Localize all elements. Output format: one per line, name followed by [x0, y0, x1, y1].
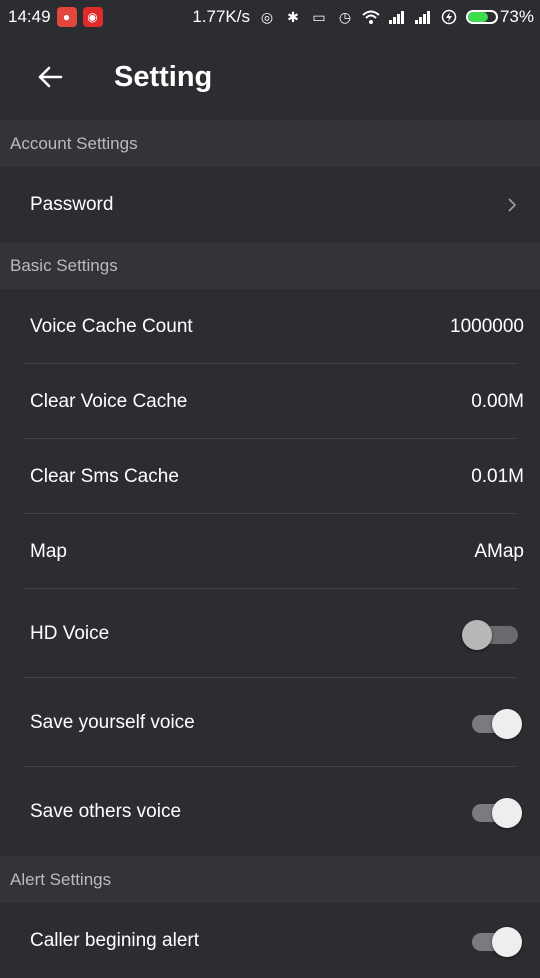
- clear-sms-cache-value: 0.01M: [471, 465, 524, 487]
- save-others-voice-row: Save others voice: [0, 767, 540, 856]
- section-header-basic: Basic Settings: [0, 242, 540, 289]
- map-label: Map: [30, 540, 67, 562]
- vibrate-icon: ▭: [312, 8, 326, 25]
- caller-alert-toggle[interactable]: [470, 925, 522, 957]
- toggle-thumb: [492, 708, 522, 739]
- wifi-icon: [362, 8, 380, 26]
- battery-fill: [467, 12, 489, 22]
- hd-voice-toggle[interactable]: [462, 618, 520, 650]
- caller-alert-label: Caller begining alert: [30, 929, 199, 951]
- charging-icon: [440, 8, 458, 26]
- alarm-icon: ◷: [338, 8, 352, 25]
- voice-cache-count-row[interactable]: Voice Cache Count 1000000: [0, 289, 540, 364]
- status-left: 14:49 ● ◉: [8, 7, 103, 27]
- voice-cache-count-value: 1000000: [450, 315, 524, 337]
- toggle-thumb: [462, 619, 492, 650]
- clear-sms-cache-label: Clear Sms Cache: [30, 465, 179, 487]
- map-value: AMap: [474, 540, 524, 562]
- voice-cache-count-label: Voice Cache Count: [30, 315, 193, 337]
- toggle-thumb: [492, 797, 522, 828]
- bluetooth-icon: ✱: [287, 8, 299, 25]
- password-row[interactable]: Password: [0, 167, 540, 242]
- page-title: Setting: [114, 60, 213, 93]
- battery-icon: [465, 10, 498, 24]
- status-right: 1.77K/s ◎ ✱ ▭ ◷ 73%: [192, 7, 534, 27]
- clear-voice-cache-label: Clear Voice Cache: [30, 390, 188, 412]
- map-row[interactable]: Map AMap: [0, 514, 540, 589]
- save-yourself-voice-row: Save yourself voice: [0, 678, 540, 767]
- hd-voice-label: HD Voice: [30, 622, 110, 644]
- back-button[interactable]: [34, 61, 66, 93]
- weibo-notification-icon: ◉: [82, 7, 103, 27]
- arrow-left-icon[interactable]: [37, 65, 63, 89]
- toggle-thumb: [492, 926, 522, 957]
- status-bar: 14:49 ● ◉ 1.77K/s ◎ ✱ ▭ ◷ 73%: [0, 0, 540, 34]
- clear-voice-cache-value: 0.00M: [471, 390, 524, 412]
- app-bar: Setting: [0, 34, 540, 120]
- section-header-account: Account Settings: [0, 120, 540, 167]
- clear-sms-cache-row[interactable]: Clear Sms Cache 0.01M: [0, 439, 540, 514]
- section-header-alert: Alert Settings: [0, 856, 540, 903]
- hotspot-icon: ◎: [260, 8, 274, 25]
- password-label: Password: [30, 193, 114, 215]
- chevron-right-icon: [502, 195, 522, 215]
- battery-indicator: 73%: [465, 7, 534, 27]
- status-time: 14:49: [8, 7, 51, 26]
- battery-percent: 73%: [499, 7, 534, 26]
- save-others-voice-toggle[interactable]: [470, 796, 522, 828]
- signal-icon-1: [388, 8, 406, 26]
- caller-alert-row: Caller begining alert: [0, 903, 540, 978]
- signal-icon-2: [414, 8, 432, 26]
- clear-voice-cache-row[interactable]: Clear Voice Cache 0.00M: [0, 364, 540, 439]
- network-speed: 1.77K/s: [192, 7, 250, 26]
- hd-voice-row: HD Voice: [0, 589, 540, 678]
- app-notification-icon: ●: [56, 7, 77, 27]
- save-yourself-voice-toggle[interactable]: [470, 707, 522, 739]
- save-others-voice-label: Save others voice: [30, 800, 182, 822]
- save-yourself-voice-label: Save yourself voice: [30, 711, 195, 733]
